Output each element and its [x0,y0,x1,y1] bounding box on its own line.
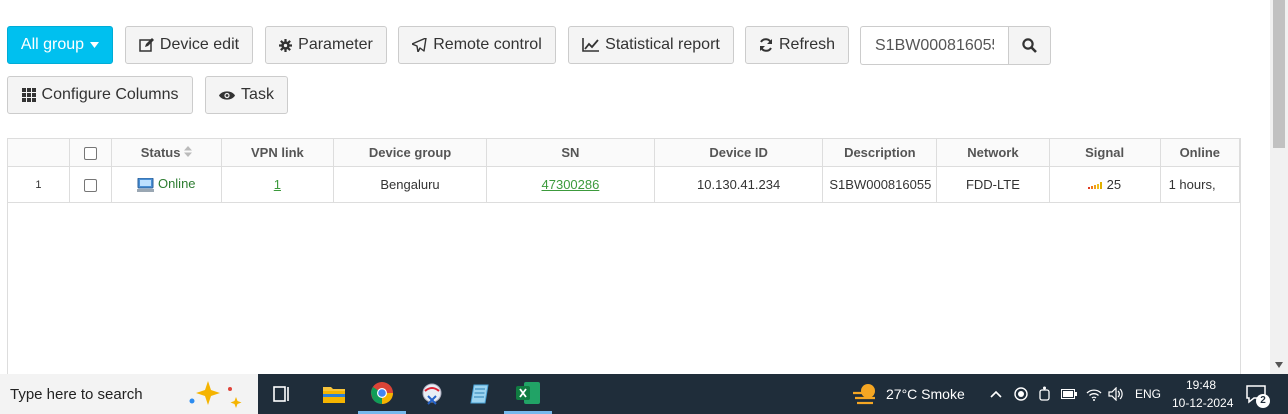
all-group-dropdown[interactable]: All group [7,26,113,64]
vpn-link-cell: 1 [221,166,335,203]
chrome-button[interactable] [358,374,406,414]
device-id-cell: 10.130.41.234 [654,166,824,203]
scroll-down-arrow-icon[interactable] [1275,362,1283,368]
sn-cell: 47300286 [486,166,655,203]
task-view-button[interactable] [258,374,306,414]
excel-icon [516,381,540,404]
online-cell: 1 hours, [1160,166,1240,203]
gear-icon [279,38,293,52]
sn-header: SN [486,139,655,167]
select-all-checkbox[interactable] [84,147,98,161]
statistical-report-button[interactable]: Statistical report [568,26,734,64]
meet-now-icon[interactable] [1038,386,1052,402]
description-cell: S1BW000816055 [822,166,938,203]
task-view-icon [273,386,289,402]
edit-icon [139,38,154,52]
all-group-label: All group [20,36,85,53]
snipping-tool-button[interactable] [408,374,456,414]
status-header[interactable]: Status [111,139,222,167]
clock-time[interactable]: 19:48 [1186,378,1216,392]
table-row[interactable]: 1 Online 1 Bengaluru 47300286 10.130.41.… [8,166,1240,203]
notepad-button[interactable] [456,374,504,414]
weather-haze-icon [853,384,875,405]
status-header-label: Status [140,145,181,160]
eye-icon [219,90,236,100]
caret-down-icon [90,42,100,48]
row-number: 1 [8,166,70,203]
wifi-icon[interactable] [1086,387,1102,401]
language-indicator[interactable]: ENG [1135,387,1161,401]
volume-icon[interactable] [1108,387,1124,401]
notepad-icon [470,384,489,404]
chrome-icon [371,381,393,404]
signal-bars-icon [1088,182,1103,189]
clock-date[interactable]: 10-12-2024 [1172,396,1233,410]
refresh-label: Refresh [778,36,836,53]
network-header: Network [936,139,1050,167]
sort-icon [184,146,193,157]
configure-columns-label: Configure Columns [41,86,179,103]
weather-text[interactable]: 27°C Smoke [886,386,965,402]
taskbar-search-placeholder: Type here to search [10,385,143,403]
configure-columns-button[interactable]: Configure Columns [7,76,193,114]
taskbar-search-box[interactable]: Type here to search [0,374,258,414]
device-edit-button[interactable]: Device edit [125,26,253,64]
signal-cell: 25 [1049,166,1161,203]
parameter-label: Parameter [298,36,373,53]
grid-icon [21,88,36,102]
excel-button[interactable] [504,374,552,414]
online-header: Online [1160,139,1240,167]
row-checkbox[interactable] [84,179,98,193]
device-id-header: Device ID [654,139,824,167]
search-button[interactable] [1008,26,1051,65]
search-input[interactable] [860,26,1008,65]
row-select-cell [69,166,113,203]
file-explorer-button[interactable] [310,374,358,414]
status-cell: Online [111,166,222,203]
refresh-icon [759,38,772,52]
table-header-row: Status VPN link Device group SN Device I… [8,139,1240,167]
notification-badge: 2 [1256,394,1270,408]
remote-control-button[interactable]: Remote control [398,26,556,64]
device-group-header: Device group [333,139,488,167]
sparkle-icon [189,381,242,408]
taskbar: Type here to search 27°C Smoke ENG 19:48… [0,374,1288,414]
task-label: Task [241,86,274,103]
record-icon[interactable] [1014,387,1028,401]
description-header: Description [822,139,938,167]
status-text: Online [157,176,196,192]
device-edit-label: Device edit [159,36,240,53]
folder-icon [323,387,345,403]
vpn-link-header: VPN link [221,139,335,167]
signal-header: Signal [1049,139,1161,167]
paper-plane-icon [412,38,427,52]
signal-value: 25 [1106,177,1122,192]
parameter-button[interactable]: Parameter [265,26,387,64]
page-scrollbar[interactable] [1270,0,1288,374]
refresh-button[interactable]: Refresh [745,26,849,64]
remote-control-label: Remote control [433,36,542,53]
line-chart-icon [582,38,600,52]
computer-icon [137,177,155,192]
battery-icon[interactable] [1061,389,1077,399]
select-all-header [69,139,113,167]
row-number-header [8,139,70,167]
show-hidden-icons-chevron-icon[interactable] [990,390,1002,398]
snipping-tool-icon [422,383,442,405]
device-group-cell: Bengaluru [333,166,488,203]
scrollbar-thumb[interactable] [1273,0,1285,148]
sn-link[interactable]: 47300286 [542,177,600,192]
task-button[interactable]: Task [205,76,288,114]
search-icon [1022,38,1037,53]
statistical-report-label: Statistical report [605,36,720,53]
device-table: Status VPN link Device group SN Device I… [7,138,1241,378]
vpn-link[interactable]: 1 [274,177,281,192]
network-cell: FDD-LTE [936,166,1050,203]
